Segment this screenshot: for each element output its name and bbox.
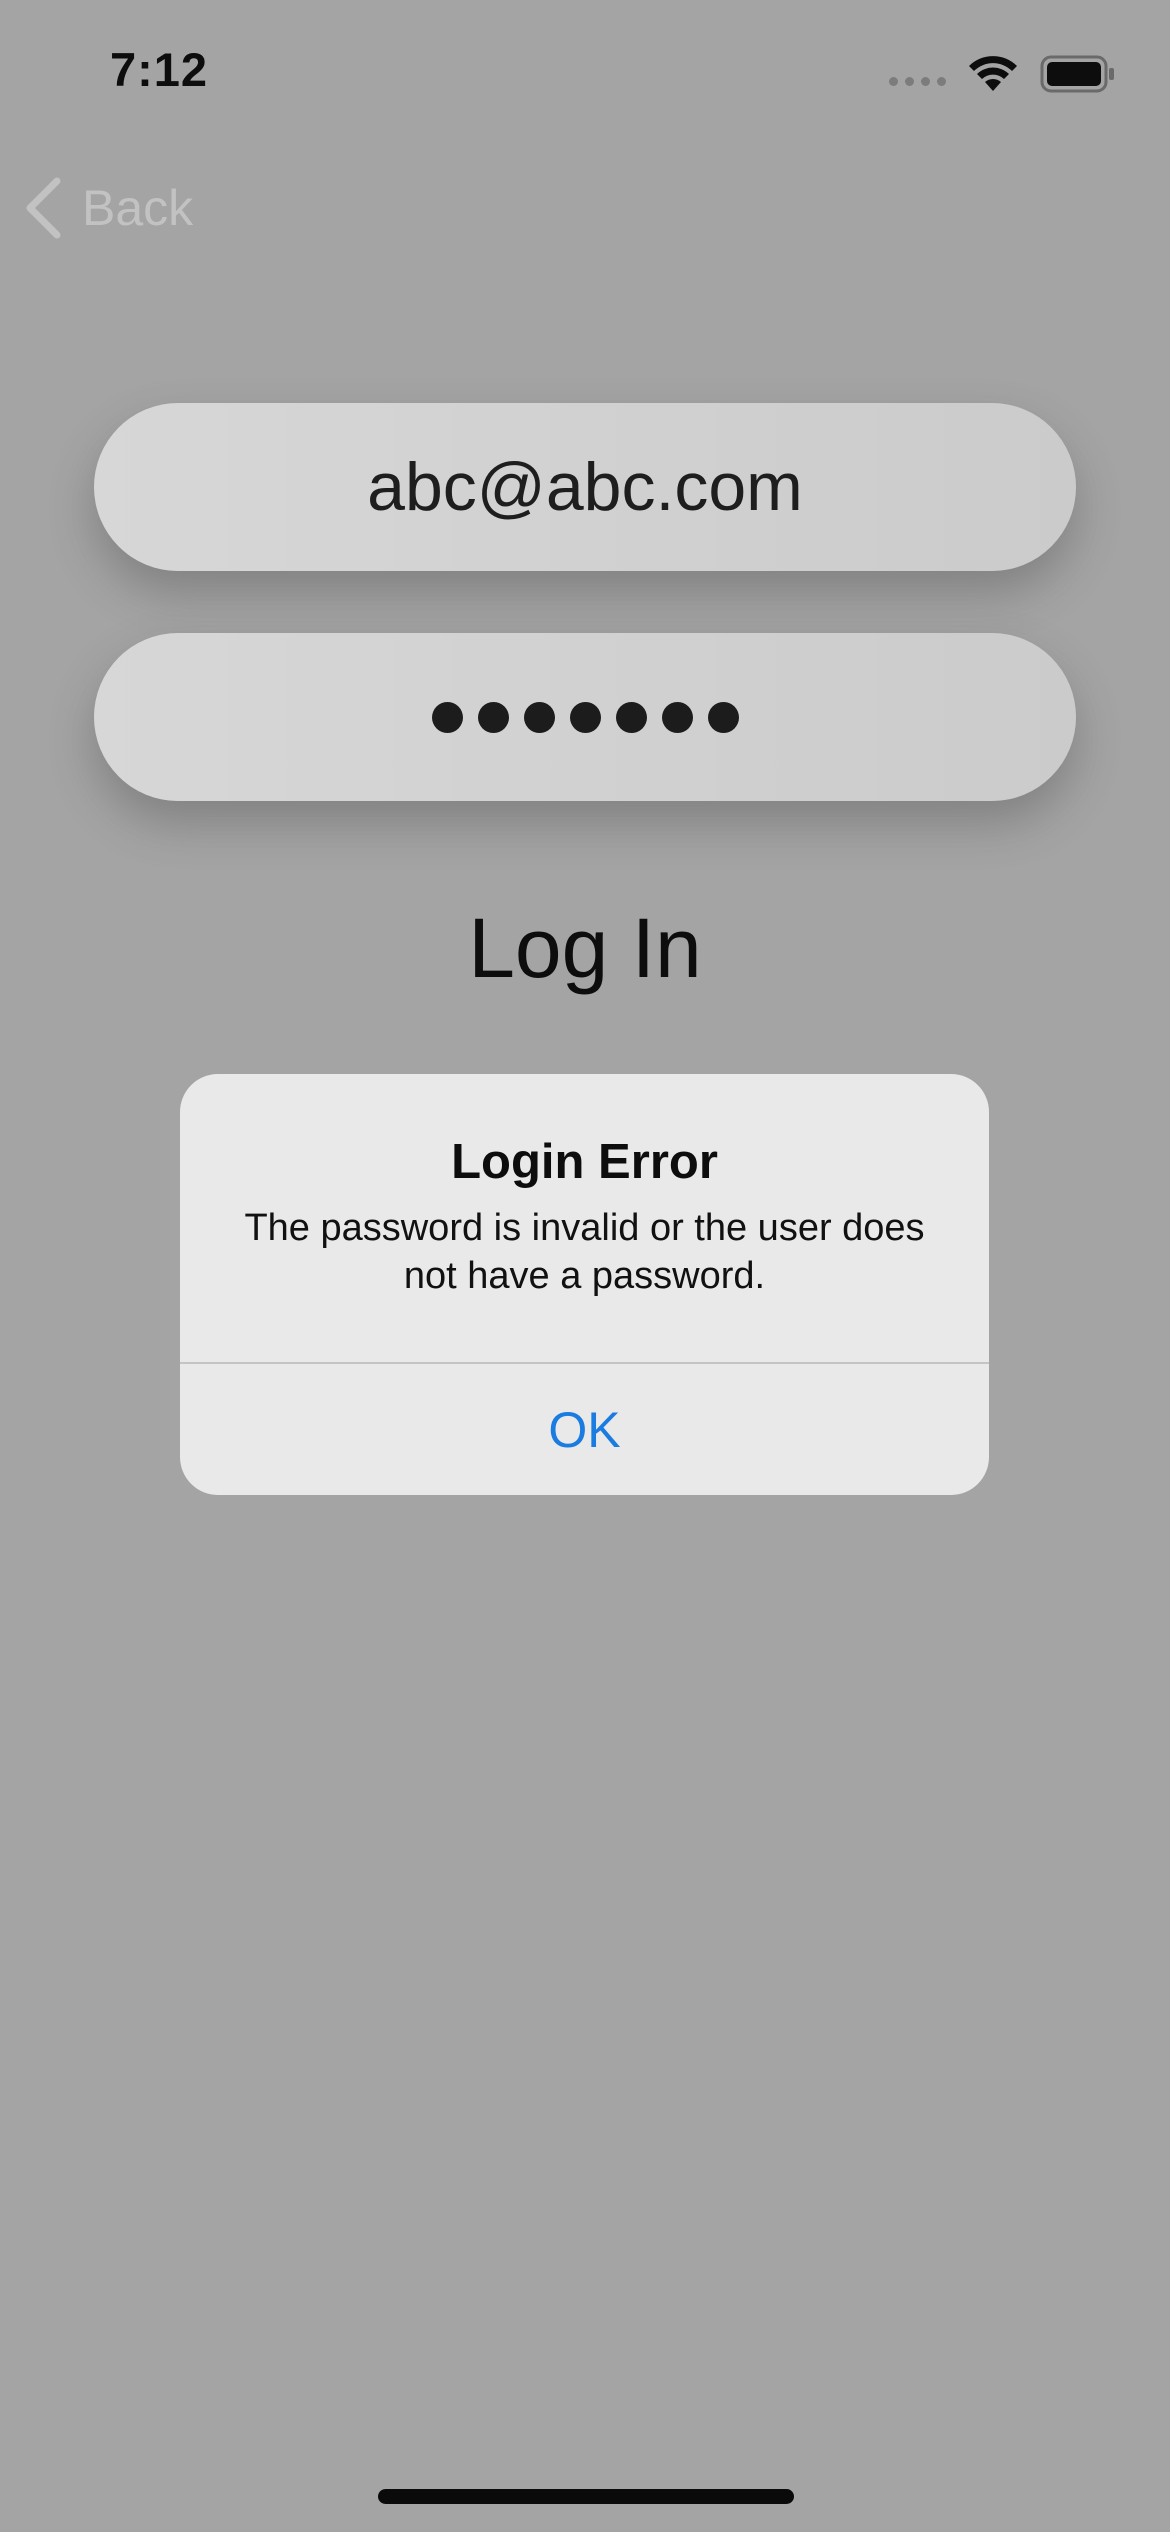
- battery-icon: [1040, 55, 1114, 93]
- status-icons: [889, 50, 1116, 98]
- password-dot: [523, 701, 555, 733]
- login-error-alert: Login Error The password is invalid or t…: [180, 1074, 989, 1495]
- email-value: abc@abc.com: [367, 449, 803, 525]
- password-dot: [661, 701, 693, 733]
- login-screen: 7:12 Back abc@abc.com Log In Login Error…: [0, 0, 1170, 2532]
- email-field[interactable]: abc@abc.com: [94, 403, 1076, 571]
- status-time: 7:12: [110, 43, 209, 96]
- password-dot: [707, 701, 739, 733]
- password-field[interactable]: [94, 633, 1076, 801]
- wifi-icon: [969, 56, 1017, 91]
- password-dots: [431, 701, 739, 733]
- password-dot: [477, 701, 509, 733]
- password-dot: [431, 701, 463, 733]
- alert-message: The password is invalid or the user does…: [244, 1207, 925, 1297]
- password-dot: [569, 701, 601, 733]
- chevron-left-icon: [26, 177, 61, 239]
- password-dot: [615, 701, 647, 733]
- alert-ok-button[interactable]: OK: [180, 1364, 989, 1495]
- cellular-signal-icon: [889, 76, 946, 86]
- login-button[interactable]: Log In: [0, 900, 1170, 997]
- alert-title: Login Error: [451, 1135, 718, 1189]
- home-indicator[interactable]: [378, 2489, 794, 2504]
- back-button[interactable]: Back: [24, 175, 193, 241]
- back-label: Back: [82, 180, 194, 236]
